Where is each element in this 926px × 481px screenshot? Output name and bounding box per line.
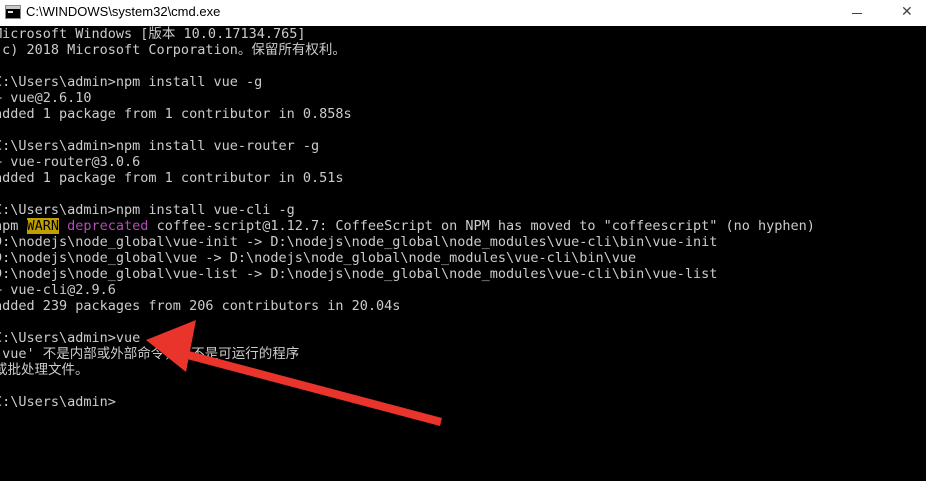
npm-warn-line: npm WARN deprecated coffee-script@1.12.7… [0, 218, 815, 234]
warn-prefix: npm [0, 218, 19, 234]
close-icon: ✕ [901, 4, 913, 20]
console-line: D:\nodejs\node_global\vue-list -> D:\nod… [0, 266, 718, 282]
console-line: 或批处理文件。 [0, 362, 89, 378]
title-bar[interactable]: C:\WINDOWS\system32\cmd.exe ✕ [0, 0, 926, 26]
console-line: + vue-cli@2.9.6 [0, 282, 116, 298]
console-prompt: C:\Users\admin> [0, 394, 116, 410]
deprecated-label: deprecated [59, 218, 149, 234]
warn-badge: WARN [26, 218, 60, 234]
console-line: C:\Users\admin>vue [0, 330, 141, 346]
console-line: (c) 2018 Microsoft Corporation。保留所有权利。 [0, 42, 346, 58]
console-line: added 239 packages from 206 contributors… [0, 298, 401, 314]
cmd-window: C:\WINDOWS\system32\cmd.exe ✕ Microsoft … [0, 0, 926, 481]
console-line: C:\Users\admin>npm install vue-router -g [0, 138, 320, 154]
cmd-icon[interactable] [5, 5, 21, 19]
console-line: 'vue' 不是内部或外部命令，也不是可运行的程序 [0, 346, 300, 362]
warn-message: coffee-script@1.12.7: CoffeeScript on NP… [148, 218, 815, 234]
console-line: D:\nodejs\node_global\vue-init -> D:\nod… [0, 234, 718, 250]
console-output[interactable]: Microsoft Windows [版本 10.0.17134.765] (c… [0, 26, 926, 481]
console-line: + vue-router@3.0.6 [0, 154, 141, 170]
console-line: added 1 package from 1 contributor in 0.… [0, 170, 344, 186]
console-line: C:\Users\admin>npm install vue-cli -g [0, 202, 295, 218]
console-line: C:\Users\admin>npm install vue -g [0, 74, 263, 90]
console-line: D:\nodejs\node_global\vue -> D:\nodejs\n… [0, 250, 637, 266]
console-line: + vue@2.6.10 [0, 90, 92, 106]
minimize-icon [852, 13, 862, 14]
close-button[interactable]: ✕ [888, 0, 926, 26]
window-title: C:\WINDOWS\system32\cmd.exe [26, 4, 221, 19]
console-line: added 1 package from 1 contributor in 0.… [0, 106, 352, 122]
minimize-button[interactable] [838, 0, 878, 26]
console-line: Microsoft Windows [版本 10.0.17134.765] [0, 26, 306, 42]
